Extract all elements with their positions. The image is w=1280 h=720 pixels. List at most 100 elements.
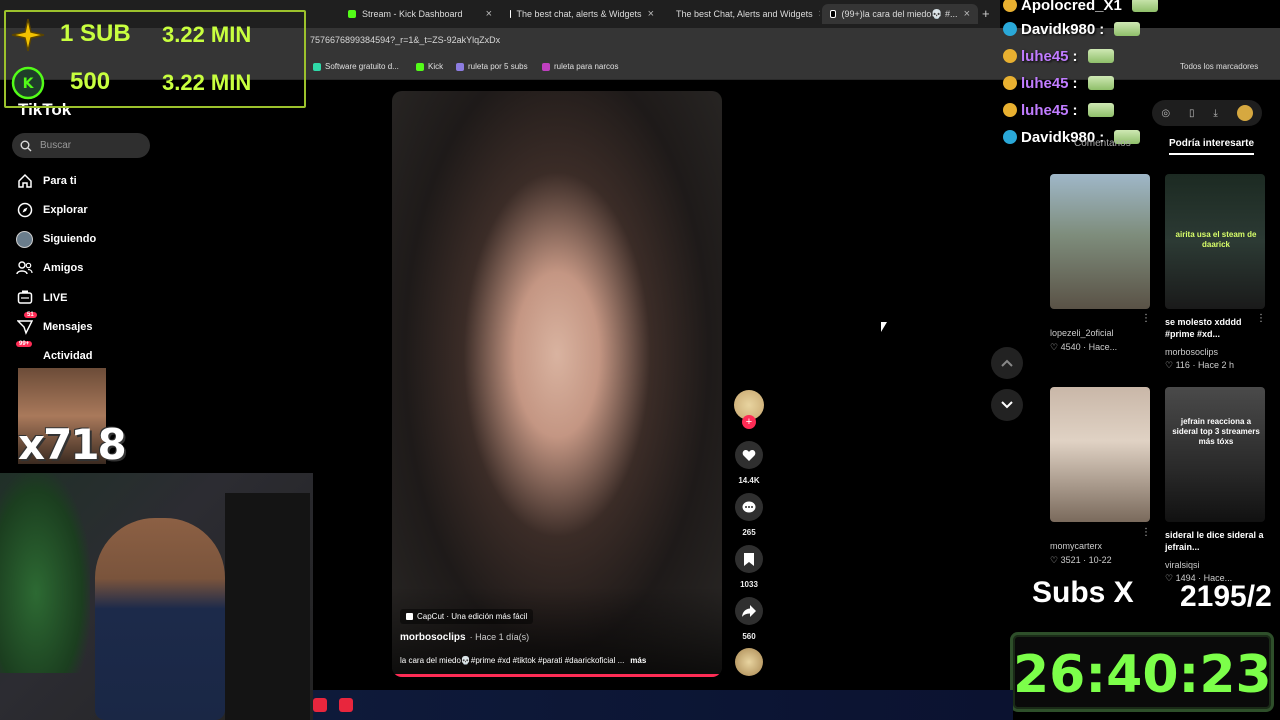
activity-badge: 99+ [16, 340, 33, 347]
christmas-tree [0, 473, 90, 673]
suggested-user[interactable]: morbosoclips [1165, 347, 1265, 357]
save-button[interactable] [735, 545, 763, 573]
bookmark-icon [542, 62, 550, 71]
user-icon [1003, 76, 1017, 90]
bookmark-kick[interactable]: Kick [416, 62, 443, 71]
nav-actividad[interactable]: 99+ Actividad [16, 340, 93, 367]
caption-text: la cara del miedo💀#prime #xd #tiktok #pa… [400, 656, 625, 665]
suggested-meta: ♡ 116 · Hace 2 h [1165, 360, 1234, 370]
more-options-icon[interactable]: ⋮ [1256, 313, 1266, 324]
emote-icon [1087, 76, 1114, 90]
phone-icon[interactable]: ▯ [1189, 108, 1195, 119]
next-video-button[interactable] [991, 389, 1023, 421]
suggested-video[interactable] [1050, 387, 1150, 522]
video-progress-bar[interactable] [392, 674, 722, 677]
subs-count: 2195/2 [1180, 580, 1272, 613]
bookmark-label: ruleta para narcos [554, 62, 619, 71]
tab-kick-dashboard[interactable]: Stream - Kick Dashboard × [340, 4, 500, 24]
video-author[interactable]: morbosoclips · Hace 1 día(s) [400, 632, 529, 643]
search-input[interactable] [40, 140, 140, 151]
follow-plus-icon[interactable]: + [742, 415, 756, 429]
suggested-user[interactable]: momycarterx [1050, 541, 1150, 551]
user-icon [1003, 0, 1017, 12]
app-icon[interactable] [313, 698, 327, 712]
nav-siguiendo[interactable]: Siguiendo [16, 228, 96, 250]
chat-message: luhe45 : [1003, 99, 1114, 121]
bookmark-label: ruleta por 5 subs [468, 62, 528, 71]
close-icon[interactable]: × [964, 8, 970, 20]
new-tab-icon[interactable]: + [982, 6, 990, 21]
bookmark-ruleta-subs[interactable]: ruleta por 5 subs [456, 62, 528, 71]
alert-sub: 1 SUB 3.22 MIN [6, 14, 306, 58]
emote-icon [1131, 0, 1158, 12]
tab-streamelements-2[interactable]: The best Chat, Alerts and Widgets × [662, 4, 820, 24]
alert-sub-count: 1 SUB [60, 20, 131, 47]
kick-icon [416, 62, 424, 71]
more-link[interactable]: más [630, 656, 646, 665]
suggested-title[interactable]: sideral le dice sideral a jefrain... [1165, 529, 1265, 553]
settings-icon[interactable]: ◎ [1161, 108, 1170, 119]
chevron-up-icon [1001, 359, 1013, 367]
close-icon[interactable]: × [486, 8, 492, 20]
tab-streamelements-1[interactable]: The best chat, alerts & Widgets × [502, 4, 662, 24]
share-button[interactable] [735, 597, 763, 625]
alert-kicks-time: 3.22 MIN [162, 70, 252, 95]
suggested-video[interactable] [1050, 174, 1150, 309]
suggested-title[interactable]: se molesto xdddd #prime #xd... [1165, 316, 1265, 340]
chat-user: luhe45 [1021, 101, 1069, 119]
all-bookmarks[interactable]: Todos los marcadores [1180, 62, 1258, 71]
tab-comentarios[interactable]: Comentarios [1074, 138, 1131, 149]
tab-tiktok[interactable]: (99+)la cara del miedo💀 #... × [822, 4, 978, 24]
video-player[interactable]: CapCut · Una edición más fácil morbosocl… [392, 91, 722, 677]
more-options-icon[interactable]: ⋮ [1141, 313, 1151, 324]
suggested-video[interactable]: airita usa el steam de daarick [1165, 174, 1265, 309]
live-icon [16, 290, 33, 307]
author-name[interactable]: morbosoclips [400, 632, 466, 643]
bookmark-software[interactable]: Software gratuito d... [313, 62, 399, 71]
profile-avatar[interactable] [1236, 105, 1253, 121]
tab-podria-interesarte[interactable]: Podría interesarte [1169, 138, 1255, 155]
url-text[interactable]: 7576676899384594?_r=1&_t=ZS-92akYlqZxDx [310, 35, 500, 45]
nav-mensajes[interactable]: 51 Mensajes [16, 311, 93, 338]
nav-amigos[interactable]: Amigos [16, 257, 83, 279]
home-icon [16, 173, 33, 190]
music-disc[interactable] [735, 648, 763, 676]
chat-user: luhe45 [1021, 74, 1069, 92]
nav-label: Mensajes [43, 321, 93, 333]
bookmark-ruleta-narcos[interactable]: ruleta para narcos [542, 62, 618, 71]
tab-label: (99+)la cara del miedo💀 #... [841, 8, 958, 19]
nav-explorar[interactable]: Explorar [16, 199, 88, 221]
suggested-user[interactable]: lopezeli_2oficial [1050, 328, 1150, 338]
taskbar [313, 690, 1013, 720]
download-icon[interactable]: ⤓ [1213, 108, 1217, 119]
previous-video-button[interactable] [991, 347, 1023, 379]
post-time: 10-22 [1088, 555, 1112, 565]
search-box[interactable] [12, 133, 150, 158]
subathon-timer: 26:40:23 [1010, 632, 1274, 712]
suggested-video[interactable]: jefrain reacciona a sideral top 3 stream… [1165, 387, 1265, 522]
save-count: 1033 [740, 580, 758, 589]
suggested-user[interactable]: viralsiqsi [1165, 560, 1265, 570]
capcut-icon [406, 613, 413, 620]
chat-colon: : [1072, 74, 1078, 92]
bookmark-label: Software gratuito d... [325, 62, 399, 71]
alert-sub-time: 3.22 MIN [162, 22, 252, 47]
activity-icon: 99+ [16, 340, 33, 365]
app-icon[interactable] [339, 698, 353, 712]
thumb-overlay-text: airita usa el steam de daarick [1175, 230, 1257, 249]
nav-live[interactable]: LIVE [16, 287, 67, 309]
close-icon[interactable]: × [648, 8, 654, 20]
nav-label: Amigos [43, 262, 84, 274]
bookmark-icon [456, 62, 464, 71]
sparkle-icon [11, 18, 45, 52]
chat-colon: : [1072, 47, 1078, 65]
nav-label: Explorar [43, 204, 88, 216]
close-icon[interactable]: × [819, 8, 820, 20]
nav-para-ti[interactable]: Para ti [16, 170, 77, 192]
capcut-tag[interactable]: CapCut · Una edición más fácil [400, 609, 534, 624]
like-button[interactable] [735, 441, 763, 469]
more-options-icon[interactable]: ⋮ [1141, 527, 1151, 538]
comment-button[interactable] [735, 493, 763, 521]
kick-icon [348, 10, 356, 18]
timer-text: 26:40:23 [1013, 645, 1272, 705]
